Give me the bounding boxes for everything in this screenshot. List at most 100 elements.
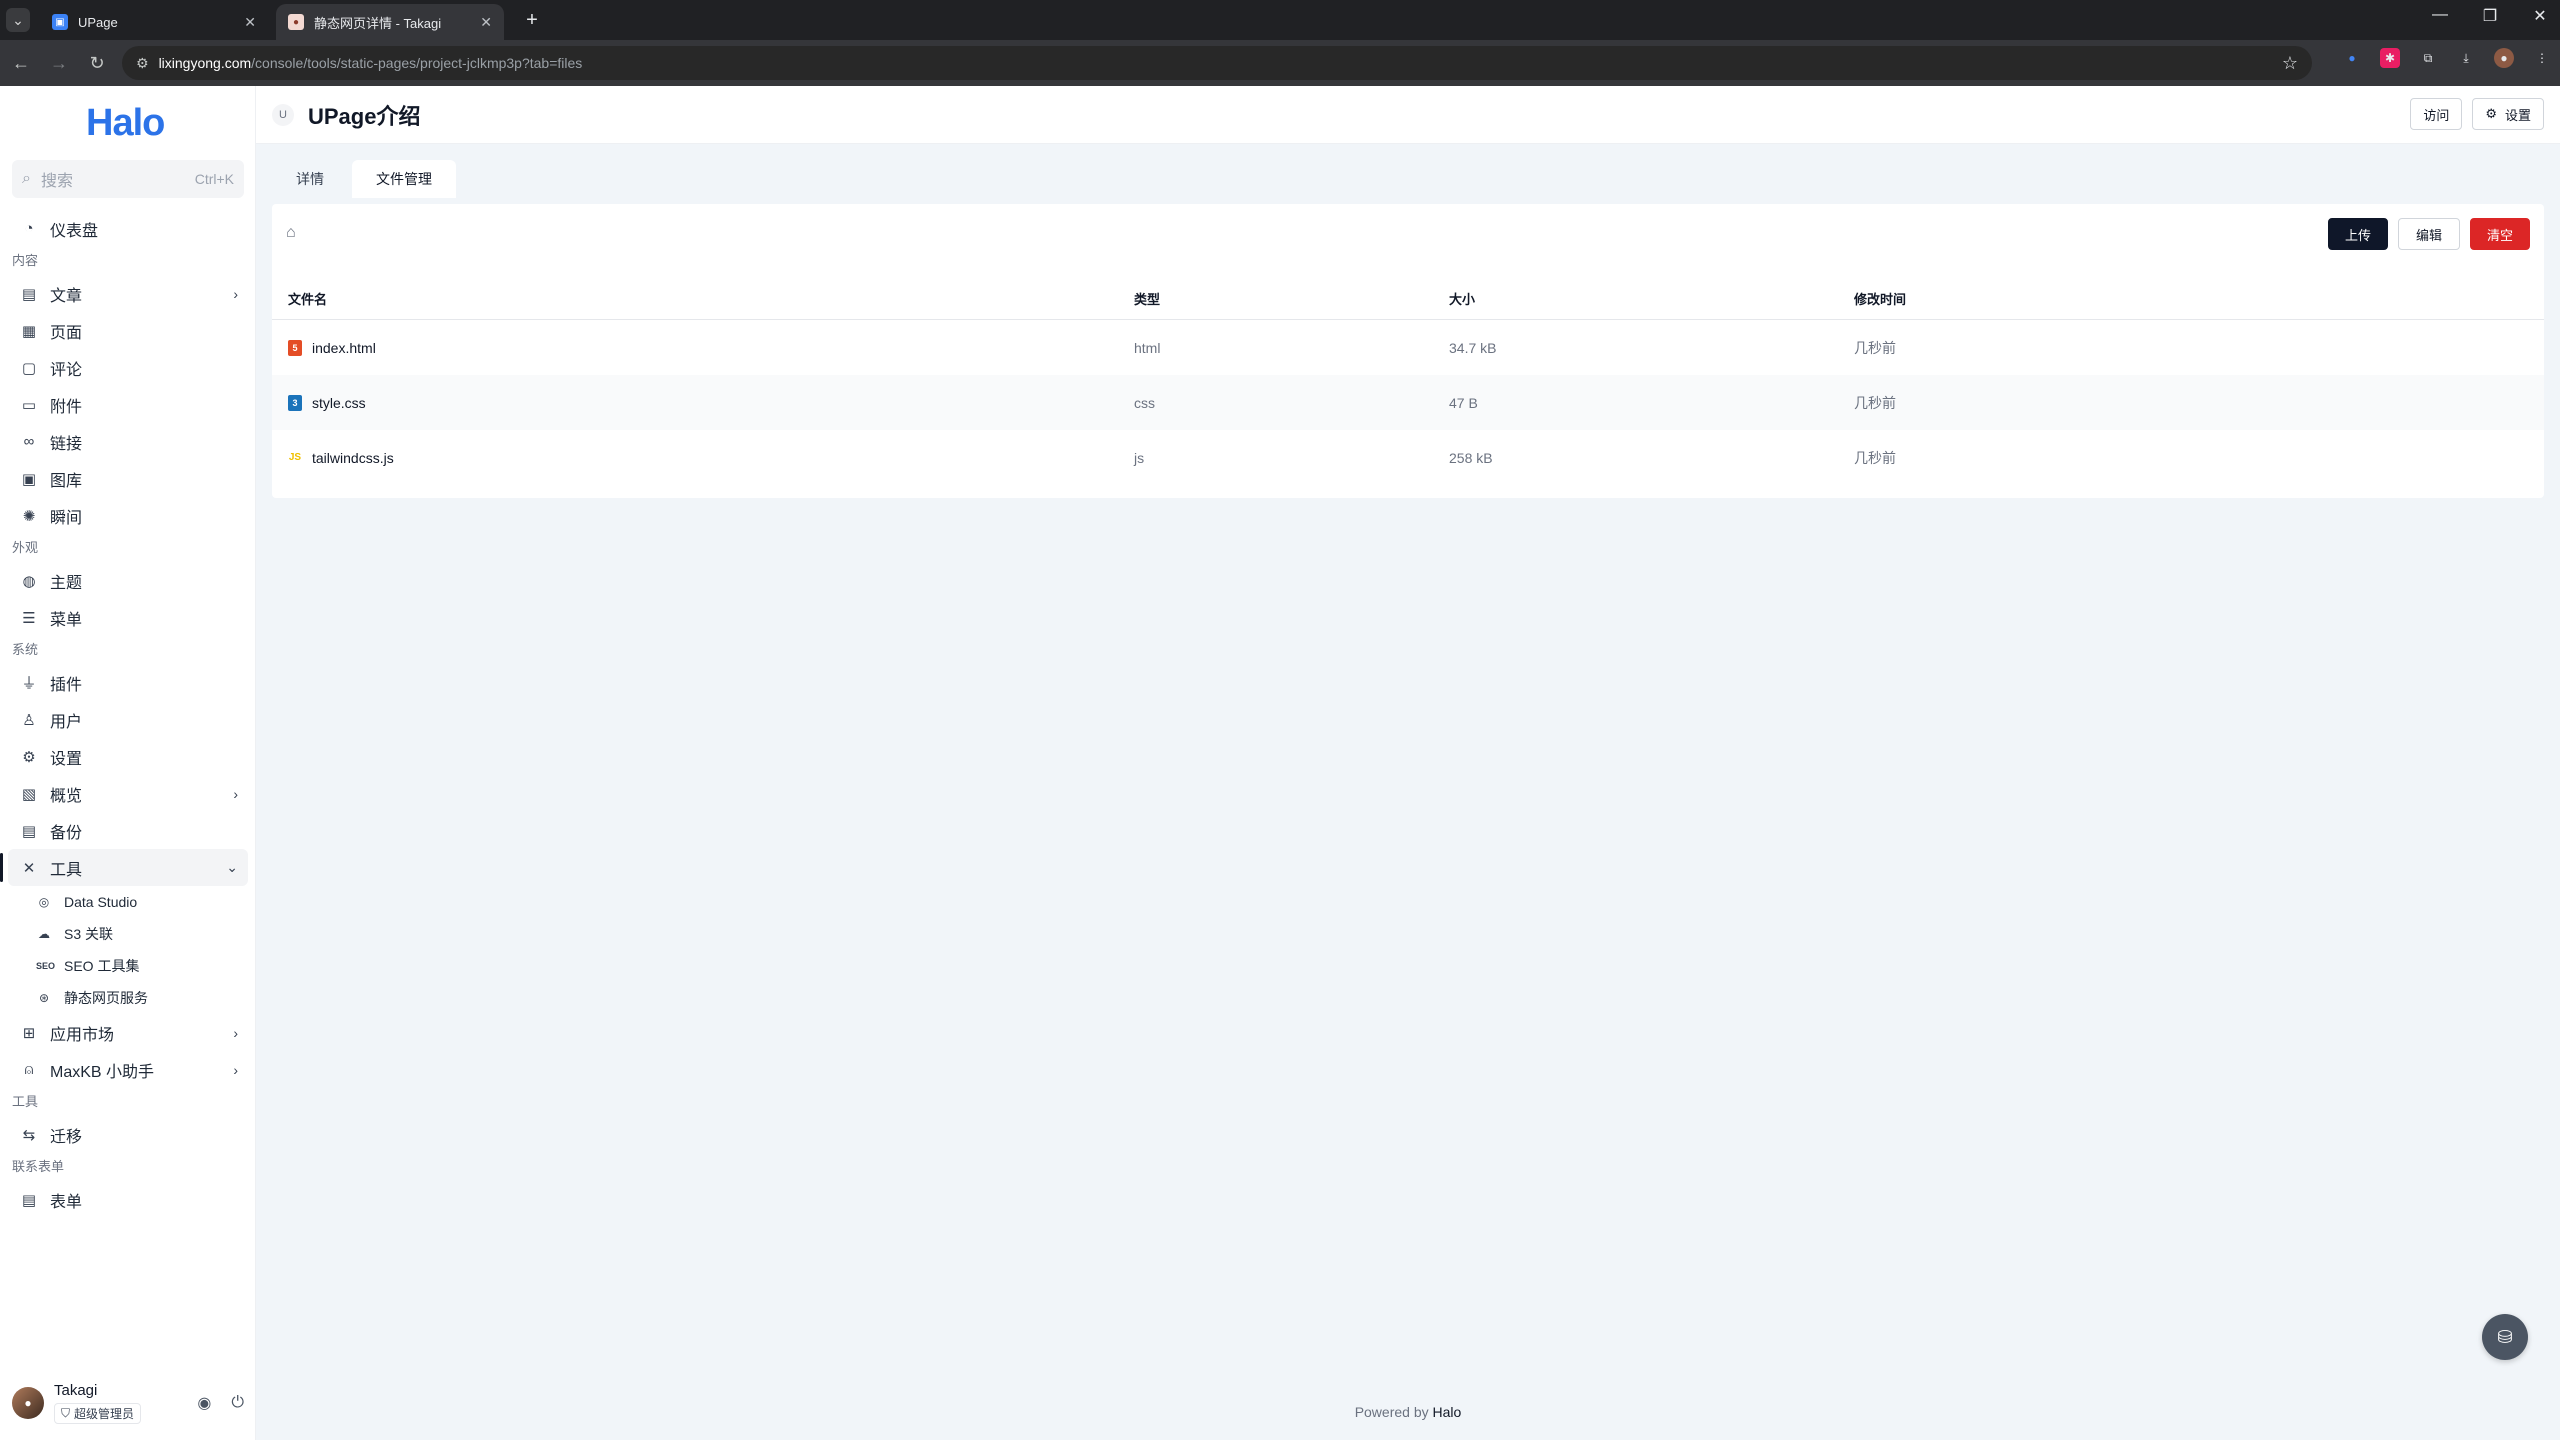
sidebar-item-pages[interactable]: ▦ 页面 xyxy=(8,312,248,349)
halo-logo[interactable]: Halo xyxy=(86,102,165,145)
file-name-cell[interactable]: 3 style.css xyxy=(288,394,1134,411)
sidebar-subitem-static-pages[interactable]: ⊛ 静态网页服务 xyxy=(8,982,248,1014)
sidebar-item-migrate[interactable]: ⇆ 迁移 xyxy=(8,1116,248,1153)
sidebar-item-label: 主题 xyxy=(50,574,83,592)
file-name-cell[interactable]: JS tailwindcss.js xyxy=(288,450,1134,466)
forward-icon[interactable]: → xyxy=(42,46,76,80)
user-panel: ● Takagi ⛉ 超级管理员 ◉ ⏻ xyxy=(0,1366,256,1440)
profile-avatar-icon[interactable]: ● xyxy=(2494,48,2514,68)
url-host: lixingyong.com xyxy=(158,55,252,71)
table-row[interactable]: JS tailwindcss.js js 258 kB 几秒前 xyxy=(272,430,2544,485)
sidebar-item-settings[interactable]: ⚙ 设置 xyxy=(8,738,248,775)
sidebar-item-themes[interactable]: ◍ 主题 xyxy=(8,562,248,599)
shield-icon: ⛉ xyxy=(61,1406,71,1420)
tab-search-icon[interactable]: ⌄ xyxy=(6,8,30,32)
close-window-icon[interactable]: ✕ xyxy=(2530,6,2550,26)
sidebar-item-plugins[interactable]: ⏚ 插件 xyxy=(8,664,248,701)
aperture-icon: ✺ xyxy=(22,507,36,525)
sidebar-item-links[interactable]: ∞ 链接 xyxy=(8,423,248,460)
main-content: U UPage介绍 访问 ⚙ 设置 详情 文件管理 ⌂ 上传 编辑 清空 文件名 … xyxy=(256,86,2560,1440)
browser-menu-icon[interactable]: ⋮ xyxy=(2532,48,2552,68)
sidebar-item-backup[interactable]: ▤ 备份 xyxy=(8,812,248,849)
chevron-right-icon: › xyxy=(233,785,238,802)
extension-pink-icon[interactable]: ✱ xyxy=(2380,48,2400,68)
table-header: 文件名 类型 大小 修改时间 xyxy=(272,278,2544,320)
visit-button[interactable]: 访问 xyxy=(2410,98,2463,130)
sidebar-item-label: 概览 xyxy=(50,787,83,805)
powered-brand[interactable]: Halo xyxy=(1433,1404,1462,1420)
file-name-cell[interactable]: 5 index.html xyxy=(288,339,1134,356)
download-icon[interactable]: ⤓ xyxy=(2456,48,2476,68)
site-info-icon[interactable]: ⚙ xyxy=(136,55,149,72)
bookmark-star-icon[interactable]: ☆ xyxy=(2282,53,2298,74)
close-tab-icon[interactable]: ✕ xyxy=(480,14,492,31)
browser-tab-upage[interactable]: ▣ UPage ✕ xyxy=(40,4,268,40)
sidebar-item-menus[interactable]: ☰ 菜单 xyxy=(8,599,248,636)
sidebar-item-forms[interactable]: ▤ 表单 xyxy=(8,1181,248,1218)
edit-button[interactable]: 编辑 xyxy=(2398,218,2460,250)
logout-icon[interactable]: ⏻ xyxy=(231,1394,244,1412)
extension-blue-icon[interactable]: ● xyxy=(2342,48,2362,68)
sidebar-item-moments[interactable]: ✺ 瞬间 xyxy=(8,497,248,534)
file-size: 34.7 kB xyxy=(1449,339,1497,356)
column-size[interactable]: 大小 xyxy=(1449,289,1854,308)
sidebar-item-overview[interactable]: ▧ 概览 › xyxy=(8,775,248,812)
floating-database-button[interactable]: ⛁ xyxy=(2482,1314,2528,1360)
sidebar-subitem-seo[interactable]: SEO SEO 工具集 xyxy=(8,950,248,982)
sidebar-item-posts[interactable]: ▤ 文章 › xyxy=(8,275,248,312)
clear-button[interactable]: 清空 xyxy=(2470,218,2530,250)
project-badge: U xyxy=(272,103,294,126)
close-tab-icon[interactable]: ✕ xyxy=(244,14,256,31)
column-name[interactable]: 文件名 xyxy=(288,289,1134,308)
file-name: style.css xyxy=(312,394,366,411)
new-tab-button[interactable]: + xyxy=(520,8,544,32)
column-type[interactable]: 类型 xyxy=(1134,289,1449,308)
back-icon[interactable]: ← xyxy=(4,46,38,80)
sidebar-item-comments[interactable]: ▢ 评论 xyxy=(8,349,248,386)
file-name: tailwindcss.js xyxy=(312,449,394,466)
settings-label: 设置 xyxy=(2504,107,2531,123)
reload-icon[interactable]: ↻ xyxy=(80,46,114,80)
extensions-puzzle-icon[interactable]: ⧉ xyxy=(2418,48,2438,68)
avatar[interactable]: ● xyxy=(12,1387,44,1419)
restore-icon[interactable]: ❐ xyxy=(2480,6,2500,26)
browser-tab-static-pages[interactable]: ● 静态网页详情 - Takagi ✕ xyxy=(276,4,504,40)
comment-icon: ▢ xyxy=(21,359,37,377)
upload-button[interactable]: 上传 xyxy=(2328,218,2388,250)
sidebar-subitem-data-studio[interactable]: ◎ Data Studio xyxy=(8,886,248,918)
menu-list-icon: ☰ xyxy=(22,609,36,627)
clear-label: 清空 xyxy=(2486,227,2513,243)
tab-file-management[interactable]: 文件管理 xyxy=(352,160,456,198)
sidebar-item-users[interactable]: ♙ 用户 xyxy=(8,701,248,738)
page-header: U UPage介绍 访问 ⚙ 设置 xyxy=(256,86,2560,144)
sidebar-item-dashboard[interactable]: ◔ 仪表盘 xyxy=(8,210,248,247)
sidebar-item-label: Data Studio xyxy=(64,894,138,910)
search-input[interactable]: ⌕ 搜索 Ctrl+K xyxy=(12,160,244,198)
swap-icon: ⇆ xyxy=(22,1126,36,1144)
settings-button[interactable]: ⚙ 设置 xyxy=(2472,98,2544,130)
sidebar-item-maxkb[interactable]: ⍝ MaxKB 小助手 › xyxy=(8,1051,248,1088)
sidebar-item-attachments[interactable]: ▭ 附件 xyxy=(8,386,248,423)
sidebar-item-gallery[interactable]: ▣ 图库 xyxy=(8,460,248,497)
sidebar-item-label: 文章 xyxy=(50,287,83,305)
sidebar-item-tools[interactable]: ✕ 工具 ⌄ xyxy=(0,849,248,886)
sidebar-item-label: 用户 xyxy=(50,713,83,731)
sidebar-subitem-s3[interactable]: ☁ S3 关联 xyxy=(8,918,248,950)
address-bar[interactable]: ⚙ lixingyong.com/console/tools/static-pa… xyxy=(122,46,2312,80)
sidebar-item-app-market[interactable]: ⊞ 应用市场 › xyxy=(8,1014,248,1051)
table-row[interactable]: 3 style.css css 47 B 几秒前 xyxy=(272,375,2544,430)
bot-icon: ⍝ xyxy=(24,1061,34,1078)
terminal-icon: ▧ xyxy=(21,785,37,803)
sidebar-item-label: 菜单 xyxy=(50,611,83,629)
url-path: /console/tools/static-pages/project-jclk… xyxy=(251,55,583,71)
home-icon[interactable]: ⌂ xyxy=(286,224,296,242)
group-title-tools: 工具 xyxy=(12,1094,39,1109)
tab-label: 文件管理 xyxy=(376,171,432,187)
sidebar-item-label: 评论 xyxy=(50,361,83,379)
table-row[interactable]: 5 index.html html 34.7 kB 几秒前 xyxy=(272,320,2544,375)
tab-details[interactable]: 详情 xyxy=(272,160,348,198)
minimize-icon[interactable]: — xyxy=(2430,6,2450,26)
profile-icon[interactable]: ◉ xyxy=(197,1393,211,1413)
page-tabs: 详情 文件管理 xyxy=(272,160,456,198)
column-modified[interactable]: 修改时间 xyxy=(1854,289,2544,308)
